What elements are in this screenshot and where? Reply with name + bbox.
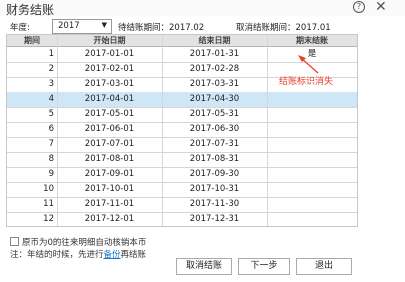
- table-row[interactable]: 4 2017-04-01 2017-04-30: [7, 92, 357, 108]
- start-date-cell: 2017-10-01: [84, 184, 135, 194]
- period-cell: 12: [43, 214, 54, 224]
- table-row[interactable]: 11 2017-11-01 2017-11-30: [7, 197, 357, 213]
- year-value: 2017: [58, 21, 80, 31]
- end-date-cell: 2017-04-30: [189, 94, 240, 104]
- period-cell: 8: [48, 154, 54, 164]
- table-row[interactable]: 8 2017-08-01 2017-08-31: [7, 152, 357, 168]
- period-cell: 4: [48, 94, 54, 104]
- period-filter: 年度: 2017 ▼ 待结账期间：2017.02 取消结账期间：2017.01: [10, 19, 400, 34]
- period-cell: 5: [48, 109, 54, 119]
- annotation-text: 结账标识消失: [279, 77, 334, 87]
- cancel-close-button[interactable]: 取消结账: [176, 258, 232, 275]
- table-header: 期间 开始日期 结束日期 期末结账: [7, 35, 357, 47]
- period-cell: 11: [43, 199, 54, 209]
- table-row[interactable]: 7 2017-07-01 2017-07-31: [7, 137, 357, 153]
- table-row[interactable]: 9 2017-09-01 2017-09-30: [7, 167, 357, 183]
- window-title: 财务结账: [6, 3, 55, 17]
- table-row[interactable]: 1 2017-01-01 2017-01-31 是: [7, 47, 357, 63]
- title-bar: 财务结账 ? ✕: [0, 0, 405, 17]
- closed-flag-cell: [267, 107, 357, 122]
- start-date-cell: 2017-02-01: [84, 64, 135, 74]
- end-date-cell: 2017-06-30: [189, 124, 240, 134]
- end-date-cell: 2017-01-31: [189, 49, 240, 59]
- period-cell: 10: [43, 184, 54, 194]
- closed-flag-cell: [267, 182, 357, 197]
- end-date-cell: 2017-09-30: [189, 169, 240, 179]
- start-date-cell: 2017-05-01: [84, 109, 135, 119]
- table-row[interactable]: 12 2017-12-01 2017-12-31: [7, 212, 357, 226]
- pending-period-text: 待结账期间：2017.02: [118, 23, 205, 33]
- note-prefix: 注：年结的时候，先进行: [10, 250, 104, 260]
- close-icon[interactable]: ✕: [375, 0, 387, 15]
- chevron-down-icon: ▼: [101, 21, 107, 29]
- start-date-cell: 2017-07-01: [84, 139, 135, 149]
- end-date-cell: 2017-02-28: [189, 64, 240, 74]
- period-cell: 2: [48, 64, 54, 74]
- end-date-cell: 2017-11-30: [189, 199, 240, 209]
- end-date-cell: 2017-05-31: [189, 109, 240, 119]
- start-date-cell: 2017-11-01: [84, 199, 135, 209]
- start-date-cell: 2017-04-01: [84, 94, 135, 104]
- column-divider: [57, 35, 58, 226]
- start-date-cell: 2017-08-01: [84, 154, 135, 164]
- period-cell: 6: [48, 124, 54, 134]
- period-cell: 7: [48, 139, 54, 149]
- end-date-cell: 2017-10-31: [189, 184, 240, 194]
- closed-flag-cell: [267, 92, 357, 107]
- table-row[interactable]: 5 2017-05-01 2017-05-31: [7, 107, 357, 123]
- year-label: 年度:: [10, 23, 30, 33]
- help-icon[interactable]: ?: [353, 1, 365, 13]
- backup-link[interactable]: 备份: [104, 250, 121, 260]
- closed-flag-cell: [267, 137, 357, 152]
- column-divider: [267, 35, 268, 226]
- column-header-period-closed[interactable]: 期末结账: [267, 35, 357, 46]
- start-date-cell: 2017-12-01: [84, 214, 135, 224]
- period-table: 期间 开始日期 结束日期 期末结账 1 2017-01-01 2017-01-31 是…: [6, 34, 358, 227]
- column-header-period[interactable]: 期间: [7, 35, 57, 46]
- closed-flag-cell: [267, 122, 357, 137]
- closed-flag-cell: [267, 212, 357, 226]
- closed-flag-cell: [267, 197, 357, 212]
- table-row[interactable]: 6 2017-06-01 2017-06-30: [7, 122, 357, 138]
- column-divider: [162, 35, 163, 226]
- start-date-cell: 2017-06-01: [84, 124, 135, 134]
- period-cell: 1: [48, 49, 54, 59]
- closed-flag-cell: 是: [307, 49, 317, 59]
- exit-button[interactable]: 退出: [296, 258, 352, 275]
- note-suffix: 再结账: [120, 250, 147, 260]
- start-date-cell: 2017-01-01: [84, 49, 135, 59]
- column-header-start-date[interactable]: 开始日期: [57, 35, 162, 46]
- end-date-cell: 2017-12-31: [189, 214, 240, 224]
- end-date-cell: 2017-03-31: [189, 79, 240, 89]
- closed-flag-cell: [267, 167, 357, 182]
- auto-writeoff-checkbox[interactable]: [10, 237, 19, 246]
- end-date-cell: 2017-07-31: [189, 139, 240, 149]
- start-date-cell: 2017-03-01: [84, 79, 135, 89]
- start-date-cell: 2017-09-01: [84, 169, 135, 179]
- cancel-period-text: 取消结账期间：2017.01: [236, 23, 331, 33]
- column-header-end-date[interactable]: 结束日期: [162, 35, 267, 46]
- next-step-button[interactable]: 下一步: [238, 258, 290, 275]
- period-cell: 3: [48, 79, 54, 89]
- auto-writeoff-label: 原币为0的往来明细自动核销本币: [22, 238, 147, 248]
- year-end-note: 注：年结的时候，先进行备份再结账: [10, 248, 146, 260]
- table-row[interactable]: 10 2017-10-01 2017-10-31: [7, 182, 357, 198]
- closed-flag-cell: [267, 152, 357, 167]
- year-select[interactable]: 2017 ▼: [52, 19, 112, 34]
- period-cell: 9: [48, 169, 54, 179]
- end-date-cell: 2017-08-31: [189, 154, 240, 164]
